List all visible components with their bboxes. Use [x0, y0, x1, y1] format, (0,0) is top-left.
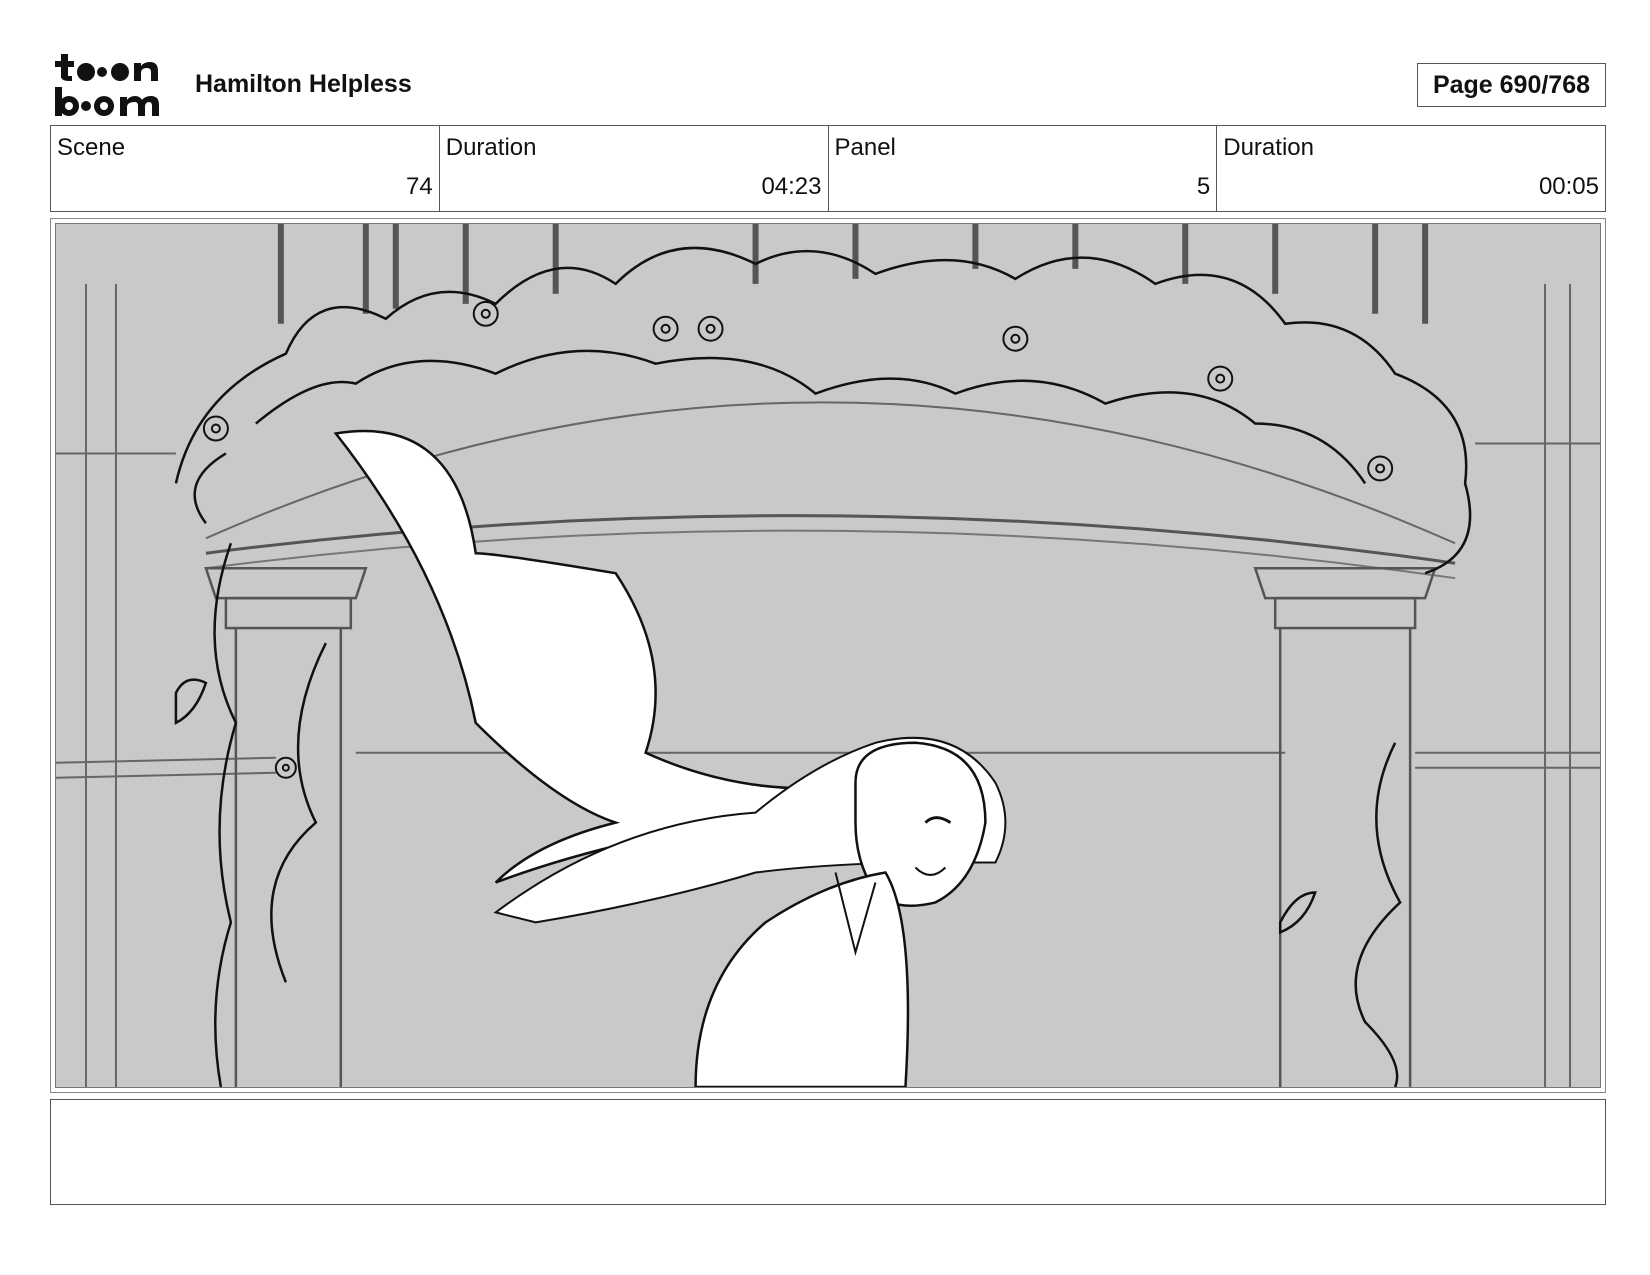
panel-value: 5	[1196, 173, 1211, 200]
info-row: Scene 74 Duration 04:23 Panel 5 Duration…	[50, 125, 1606, 212]
scene-value: 74	[406, 173, 433, 200]
storyboard-panel	[50, 218, 1606, 1093]
panel-duration-label: Duration	[1223, 134, 1314, 161]
panel-label: Panel	[834, 134, 896, 161]
scene-label: Scene	[57, 134, 126, 161]
scene-cell: Scene 74	[51, 126, 440, 211]
toonboom-logo-graphic	[55, 54, 159, 116]
scene-duration-cell: Duration 04:23	[440, 126, 829, 211]
toonboom-logo-icon	[52, 52, 172, 118]
sketch-drawing	[56, 224, 1600, 1087]
project-title: Hamilton Helpless	[195, 70, 412, 98]
panel-notes-box	[50, 1099, 1606, 1205]
scene-duration-label: Duration	[445, 134, 537, 161]
scene-duration-value: 04:23	[761, 173, 822, 200]
panel-duration-value: 00:05	[1538, 173, 1599, 200]
panel-cell: Panel 5	[829, 126, 1218, 211]
page-indicator: Page 690/768	[1417, 63, 1606, 107]
panel-duration-cell: Duration 00:05	[1217, 126, 1605, 211]
storyboard-sketch-icon	[55, 223, 1601, 1088]
